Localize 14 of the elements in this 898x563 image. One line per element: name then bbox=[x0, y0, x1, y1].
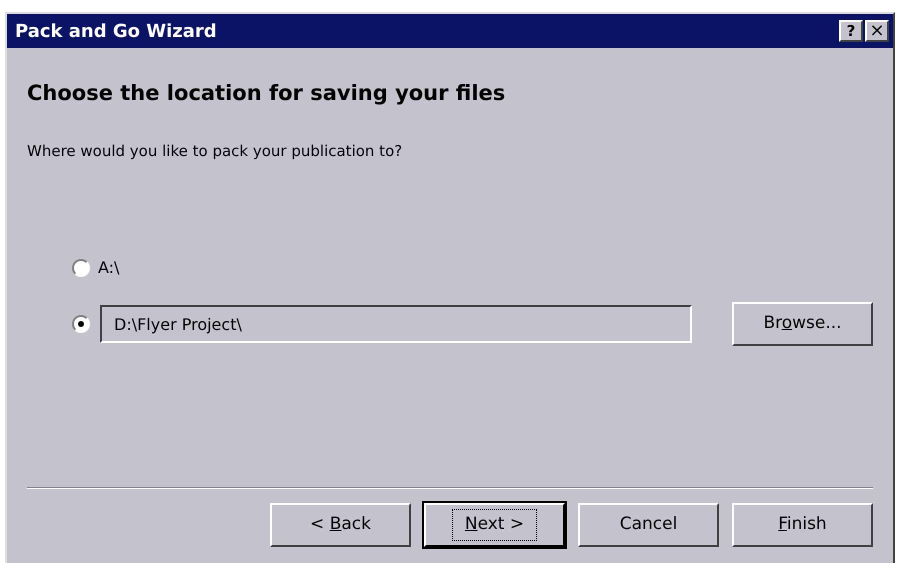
wizard-button[interactable]: Finish bbox=[732, 503, 873, 547]
radio-button[interactable] bbox=[72, 315, 90, 333]
window-title: Pack and Go Wizard bbox=[15, 20, 217, 44]
radio-button[interactable] bbox=[72, 259, 90, 277]
help-button[interactable]: ? bbox=[839, 20, 863, 42]
path-field[interactable]: D:\Flyer Project\ bbox=[100, 305, 692, 343]
close-button[interactable]: × bbox=[865, 20, 889, 42]
page-heading: Choose the location for saving your files bbox=[27, 80, 506, 107]
option-label: A:\ bbox=[98, 257, 120, 279]
wizard-button[interactable]: < Back bbox=[270, 503, 411, 547]
wizard-button[interactable]: Cancel bbox=[578, 503, 719, 547]
question-text: Where would you like to pack your publication to? bbox=[27, 140, 404, 162]
wizard-button[interactable]: Browse... bbox=[732, 302, 873, 346]
wizard-button[interactable]: Next > bbox=[424, 503, 565, 547]
